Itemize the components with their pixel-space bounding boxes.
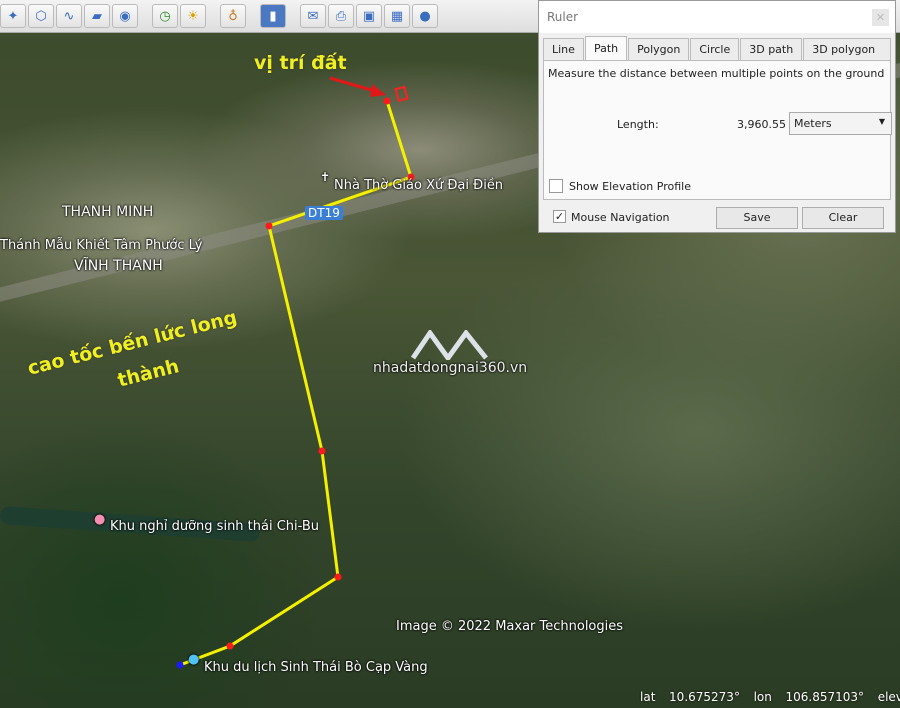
lat-label: lat	[640, 690, 656, 704]
save-image-icon[interactable]: ▣	[356, 4, 382, 28]
path-vertex	[334, 573, 342, 581]
mouse-navigation-label: Mouse Navigation	[571, 211, 670, 224]
unit-value: Meters	[794, 117, 832, 130]
sunlight-icon[interactable]: ☀	[180, 4, 206, 28]
tab-3d-path[interactable]: 3D path	[740, 38, 803, 60]
tab-path[interactable]: Path	[584, 36, 628, 60]
lon-value: 106.857103°	[785, 690, 865, 704]
imagery-copyright: Image © 2022 Maxar Technologies	[396, 619, 624, 634]
mouse-navigation-checkbox[interactable]: ✓	[553, 210, 566, 223]
add-path-icon[interactable]: ∿	[56, 4, 82, 28]
church-icon[interactable]: ✝	[320, 170, 330, 184]
tab-line[interactable]: Line	[543, 38, 584, 60]
description: Measure the distance between multiple po…	[548, 67, 885, 80]
lon-label: lon	[753, 690, 772, 704]
record-tour-icon[interactable]: ◉	[112, 4, 138, 28]
add-placemark-icon[interactable]: ✦	[0, 4, 26, 28]
tab-polygon[interactable]: Polygon	[628, 38, 690, 60]
annotation-arrow	[329, 76, 379, 94]
road-badge: DT19	[305, 206, 343, 220]
place-resort[interactable]: Khu nghỉ dưỡng sinh thái Chi-Bu	[110, 519, 319, 534]
planets-icon[interactable]: ♁	[220, 4, 246, 28]
watermark-logo-icon	[410, 330, 488, 360]
length-label: Length:	[617, 118, 659, 131]
arrow-head-icon	[370, 84, 386, 97]
resort-pin-icon[interactable]: ●	[94, 512, 105, 527]
add-overlay-icon[interactable]: ▰	[84, 4, 110, 28]
historical-imagery-icon[interactable]: ◷	[152, 4, 178, 28]
place-vinh-thanh: VĨNH THANH	[74, 258, 163, 274]
camera-pin-icon[interactable]: ●	[188, 652, 199, 667]
status-bar: lat 10.675273° lon 106.857103° elev	[640, 690, 900, 704]
annotation-label: vị trí đất	[254, 52, 347, 74]
unit-select[interactable]: Meters ▼	[789, 112, 892, 135]
close-icon[interactable]: ✕	[872, 9, 889, 26]
dialog-title: Ruler	[547, 10, 579, 24]
email-icon[interactable]: ✉	[300, 4, 326, 28]
view-in-maps-icon[interactable]: ▦	[384, 4, 410, 28]
ruler-dialog: Ruler ✕ Line Path Polygon Circle 3D path …	[538, 0, 896, 233]
elev-label: elev	[877, 690, 900, 704]
path-start-vertex	[176, 661, 184, 669]
show-elevation-checkbox[interactable]	[549, 179, 563, 193]
chevron-down-icon: ▼	[878, 117, 885, 126]
lat-value: 10.675273°	[669, 690, 740, 704]
path-vertex	[318, 447, 326, 455]
place-tourism[interactable]: Khu du lịch Sinh Thái Bò Cạp Vàng	[204, 660, 428, 675]
save-button[interactable]: Save	[716, 207, 798, 229]
place-shrine[interactable]: Thánh Mẫu Khiết Tâm Phước Lý	[0, 238, 202, 253]
land-parcel-marker	[394, 85, 409, 103]
tab-circle[interactable]: Circle	[690, 38, 740, 60]
tab-3d-polygon[interactable]: 3D polygon	[803, 38, 891, 60]
clear-button[interactable]: Clear	[802, 207, 884, 229]
place-thanh-minh: THANH MINH	[62, 204, 154, 220]
ruler-icon[interactable]: ▮	[260, 4, 286, 28]
path-vertex	[265, 222, 273, 230]
place-church[interactable]: Nhà Thờ Giáo Xứ Đại Điền	[334, 178, 503, 193]
earth-icon[interactable]: ●	[412, 4, 438, 28]
add-polygon-icon[interactable]: ⬡	[28, 4, 54, 28]
path-panel: Measure the distance between multiple po…	[543, 60, 892, 200]
path-vertex	[383, 97, 391, 105]
watermark: nhadatdongnai360.vn	[373, 360, 528, 376]
path-vertex	[226, 642, 234, 650]
show-elevation-label: Show Elevation Profile	[569, 180, 691, 193]
ruler-tabs: Line Path Polygon Circle 3D path 3D poly…	[539, 33, 895, 60]
print-icon[interactable]: ⎙	[328, 4, 354, 28]
length-value: 3,960.55	[737, 118, 786, 131]
